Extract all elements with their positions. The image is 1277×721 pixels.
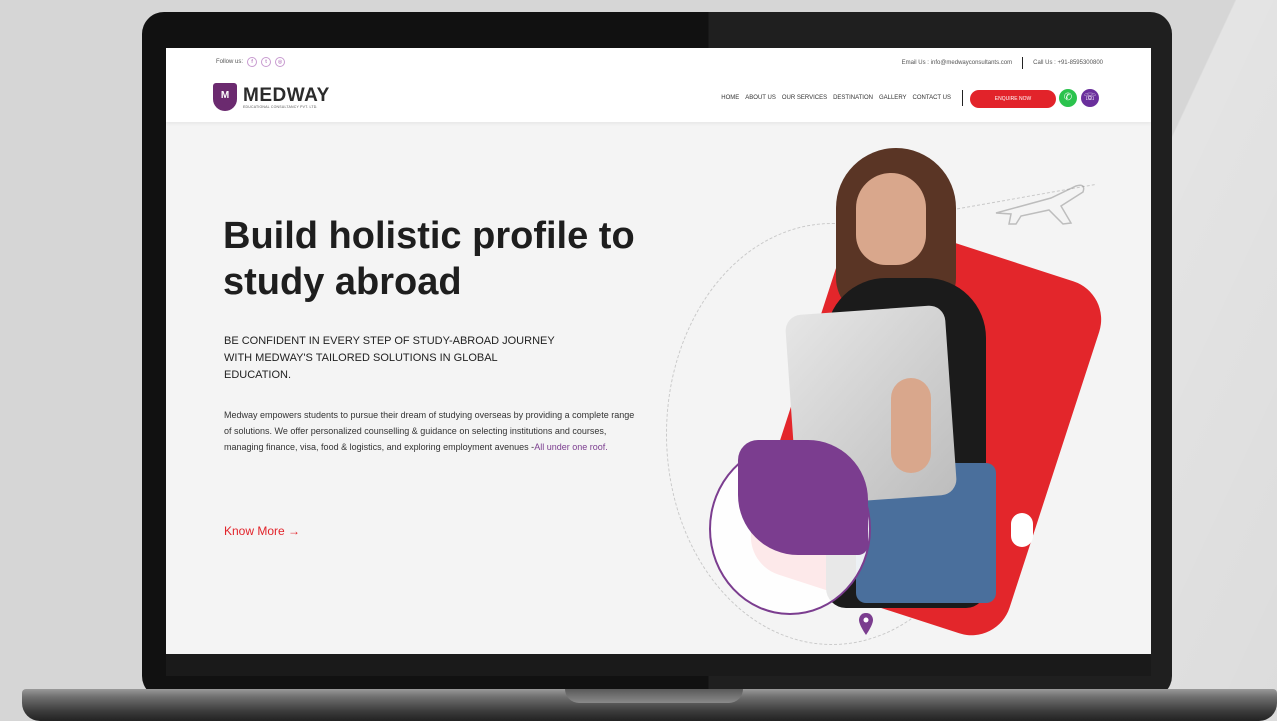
hero-title: Build holistic profile to study abroad [223,215,635,303]
email-link[interactable]: Email Us : info@medwayconsultants.com [902,60,1012,66]
phone-icon[interactable]: ☏ [1081,89,1099,107]
nav-our-services[interactable]: OUR SERVICES [782,95,827,101]
enquire-now-button[interactable]: ENQUIRE NOW [970,90,1056,108]
logo-text: MEDWAY EDUCATIONAL CONSULTANCY PVT. LTD. [243,86,330,109]
student-arm [891,378,931,473]
phone-link[interactable]: Call Us : +91-8595300800 [1033,60,1103,66]
top-bar: Follow us: f t ◎ Email Us : info@medwayc… [166,48,1151,77]
location-pin-icon [859,613,873,635]
white-notch-shape [1011,513,1033,547]
purple-speech-bubble [738,440,868,555]
laptop-notch [565,689,743,703]
shield-logo-icon: M [213,83,237,111]
nav-contact-us[interactable]: CONTACT US [913,95,951,101]
nav-gallery[interactable]: GALLERY [879,95,907,101]
nav-menu: HOME ABOUT US OUR SERVICES DESTINATION G… [721,95,951,101]
hero-body-accent: All under one roof. [534,442,608,452]
nav-home[interactable]: HOME [721,95,739,101]
hero-subtitle: BE CONFIDENT IN EVERY STEP OF STUDY-ABRO… [224,335,555,381]
nav-about-us[interactable]: ABOUT US [745,95,776,101]
know-more-link[interactable]: Know More → [224,524,300,538]
follow-label: Follow us: [216,59,244,65]
nav-destination[interactable]: DESTINATION [833,95,873,101]
divider [1022,57,1024,69]
facebook-icon[interactable]: f [247,57,258,67]
airplane-icon [995,184,1085,225]
hero-body: Medway empowers students to pursue their… [224,407,644,455]
contact-info: Email Us : info@medwayconsultants.com Ca… [902,57,1103,69]
follow-us: Follow us: f t ◎ [216,57,286,67]
main-navbar: M MEDWAY EDUCATIONAL CONSULTANCY PVT. LT… [166,76,1151,122]
laptop-screen: Follow us: f t ◎ Email Us : info@medwayc… [166,48,1151,654]
logo-name: MEDWAY [243,84,330,106]
twitter-icon[interactable]: t [261,57,272,67]
logo-tagline: EDUCATIONAL CONSULTANCY PVT. LTD. [243,104,318,109]
laptop-bezel-bottom [166,654,1151,676]
student-face [856,173,926,265]
whatsapp-icon[interactable]: ✆ [1059,89,1077,107]
logo[interactable]: M MEDWAY EDUCATIONAL CONSULTANCY PVT. LT… [213,83,330,111]
instagram-icon[interactable]: ◎ [275,57,286,67]
nav-divider [962,90,963,106]
